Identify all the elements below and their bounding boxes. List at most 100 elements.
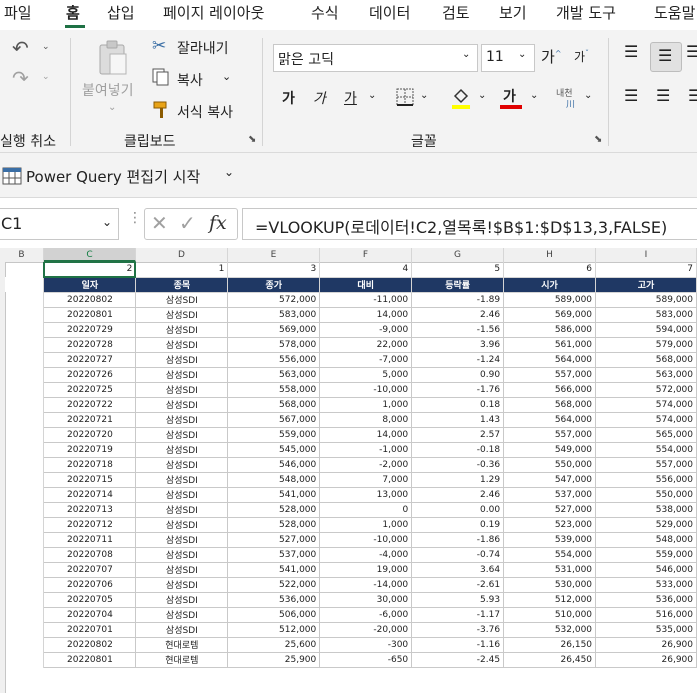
table-cell[interactable]: 536,000 bbox=[595, 592, 697, 608]
table-cell[interactable]: 19,000 bbox=[319, 562, 413, 578]
table-cell[interactable]: 512,000 bbox=[503, 592, 597, 608]
table-cell[interactable]: 2.57 bbox=[411, 427, 505, 443]
column-header-i[interactable]: I bbox=[596, 248, 697, 262]
cell[interactable] bbox=[5, 442, 45, 457]
table-cell[interactable]: 523,000 bbox=[503, 517, 597, 533]
align-top-icon[interactable]: ☰ bbox=[624, 42, 638, 61]
redo-icon[interactable]: ↷ bbox=[12, 66, 29, 90]
cell[interactable] bbox=[5, 307, 45, 322]
cell[interactable] bbox=[5, 367, 45, 382]
table-cell[interactable]: 574,000 bbox=[595, 412, 697, 428]
cell[interactable] bbox=[5, 322, 45, 337]
table-cell[interactable]: 20220727 bbox=[43, 352, 137, 368]
table-cell[interactable]: 삼성SDI bbox=[135, 427, 229, 443]
table-cell[interactable]: 삼성SDI bbox=[135, 562, 229, 578]
table-cell[interactable]: 529,000 bbox=[595, 517, 697, 533]
insert-function-icon[interactable]: fx bbox=[209, 212, 227, 234]
table-cell[interactable]: 559,000 bbox=[595, 547, 697, 563]
cell[interactable] bbox=[5, 382, 45, 397]
table-cell[interactable]: 568,000 bbox=[595, 352, 697, 368]
cell[interactable] bbox=[5, 457, 45, 472]
redo-dropdown-icon[interactable]: ⌄ bbox=[42, 72, 50, 82]
table-cell[interactable]: 579,000 bbox=[595, 337, 697, 353]
paste-dropdown-icon[interactable]: ⌄ bbox=[108, 102, 116, 113]
table-cell[interactable]: 532,000 bbox=[503, 622, 597, 638]
menu-insert[interactable]: 삽입 bbox=[107, 2, 135, 23]
align-left-icon[interactable]: ☰ bbox=[624, 86, 638, 105]
table-cell[interactable]: 548,000 bbox=[227, 472, 321, 488]
table-cell[interactable]: 20220707 bbox=[43, 562, 137, 578]
table-cell[interactable]: 현대로템 bbox=[135, 637, 229, 653]
table-cell[interactable]: 삼성SDI bbox=[135, 577, 229, 593]
table-cell[interactable]: 삼성SDI bbox=[135, 502, 229, 518]
column-header-b[interactable]: B bbox=[0, 248, 44, 262]
table-cell[interactable]: 545,000 bbox=[227, 442, 321, 458]
table-cell[interactable]: -3.76 bbox=[411, 622, 505, 638]
table-cell[interactable]: 20220718 bbox=[43, 457, 137, 473]
cell[interactable] bbox=[5, 472, 45, 487]
table-cell[interactable]: -4,000 bbox=[319, 547, 413, 563]
table-cell[interactable]: -9,000 bbox=[319, 322, 413, 338]
table-cell[interactable]: 삼성SDI bbox=[135, 472, 229, 488]
cell[interactable] bbox=[5, 397, 45, 412]
table-cell[interactable]: 569,000 bbox=[503, 307, 597, 323]
paste-button[interactable]: 붙여넣기 bbox=[82, 80, 134, 100]
menu-file[interactable]: 파일 bbox=[4, 2, 32, 23]
cell[interactable]: 3 bbox=[227, 262, 321, 278]
confirm-icon[interactable]: ✓ bbox=[179, 211, 196, 235]
cell[interactable] bbox=[5, 607, 45, 622]
table-cell[interactable]: 13,000 bbox=[319, 487, 413, 503]
table-cell[interactable]: 561,000 bbox=[503, 337, 597, 353]
table-cell[interactable]: -6,000 bbox=[319, 607, 413, 623]
cell[interactable]: 7 bbox=[595, 262, 697, 278]
table-cell[interactable]: 541,000 bbox=[227, 487, 321, 503]
table-cell[interactable]: 1.43 bbox=[411, 412, 505, 428]
table-cell[interactable]: 541,000 bbox=[227, 562, 321, 578]
table-cell[interactable]: 삼성SDI bbox=[135, 412, 229, 428]
table-cell[interactable]: 578,000 bbox=[227, 337, 321, 353]
cell[interactable]: 4 bbox=[319, 262, 413, 278]
table-cell[interactable]: 567,000 bbox=[227, 412, 321, 428]
table-cell[interactable]: -650 bbox=[319, 652, 413, 668]
align-right-icon[interactable]: ☰ bbox=[688, 86, 697, 105]
decrease-font-size-icon[interactable]: 가ˇ bbox=[574, 48, 589, 65]
table-cell[interactable]: 556,000 bbox=[227, 352, 321, 368]
clipboard-launcher-icon[interactable]: ⬊ bbox=[248, 134, 256, 145]
table-cell[interactable]: 22,000 bbox=[319, 337, 413, 353]
cell[interactable]: 1 bbox=[135, 262, 229, 278]
fill-color-dropdown-icon[interactable]: ⌄ bbox=[478, 90, 486, 101]
column-header-cell[interactable]: 종목 bbox=[135, 277, 229, 293]
cell[interactable] bbox=[5, 562, 45, 577]
font-color-dropdown-icon[interactable]: ⌄ bbox=[530, 90, 538, 101]
menu-data[interactable]: 데이터 bbox=[369, 2, 410, 23]
cell[interactable] bbox=[5, 652, 45, 667]
font-name-combo[interactable]: 맑은 고딕 ⌄ bbox=[273, 44, 478, 72]
table-cell[interactable]: 삼성SDI bbox=[135, 337, 229, 353]
table-cell[interactable]: -0.18 bbox=[411, 442, 505, 458]
cell[interactable] bbox=[5, 637, 45, 652]
bold-button[interactable]: 가 bbox=[282, 88, 295, 108]
table-cell[interactable]: 삼성SDI bbox=[135, 397, 229, 413]
table-cell[interactable]: 20220712 bbox=[43, 517, 137, 533]
menu-home[interactable]: 홈 bbox=[66, 2, 80, 23]
table-cell[interactable]: 삼성SDI bbox=[135, 622, 229, 638]
table-cell[interactable]: -2.45 bbox=[411, 652, 505, 668]
table-cell[interactable]: 527,000 bbox=[503, 502, 597, 518]
table-cell[interactable]: 586,000 bbox=[503, 322, 597, 338]
table-cell[interactable]: 8,000 bbox=[319, 412, 413, 428]
table-cell[interactable]: 3.96 bbox=[411, 337, 505, 353]
table-cell[interactable]: 528,000 bbox=[227, 517, 321, 533]
table-cell[interactable]: 20220719 bbox=[43, 442, 137, 458]
cell[interactable] bbox=[5, 337, 45, 352]
increase-font-size-icon[interactable]: 가^ bbox=[541, 46, 562, 67]
column-header-cell[interactable]: 등락률 bbox=[411, 277, 505, 293]
copy-button[interactable]: 복사 bbox=[177, 70, 203, 90]
table-cell[interactable]: 565,000 bbox=[595, 427, 697, 443]
table-cell[interactable]: 20220704 bbox=[43, 607, 137, 623]
table-cell[interactable]: -1.16 bbox=[411, 637, 505, 653]
copy-icon[interactable] bbox=[152, 68, 170, 86]
table-cell[interactable]: -0.74 bbox=[411, 547, 505, 563]
worksheet-grid[interactable]: 2 1 3 4 5 6 7 일자 종목 종가 대비 등락률 시가 고가 20220802 삼성SDI 572,0… bbox=[5, 262, 697, 693]
chevron-down-icon[interactable]: ⌄ bbox=[102, 215, 112, 229]
table-cell[interactable]: 572,000 bbox=[227, 292, 321, 308]
